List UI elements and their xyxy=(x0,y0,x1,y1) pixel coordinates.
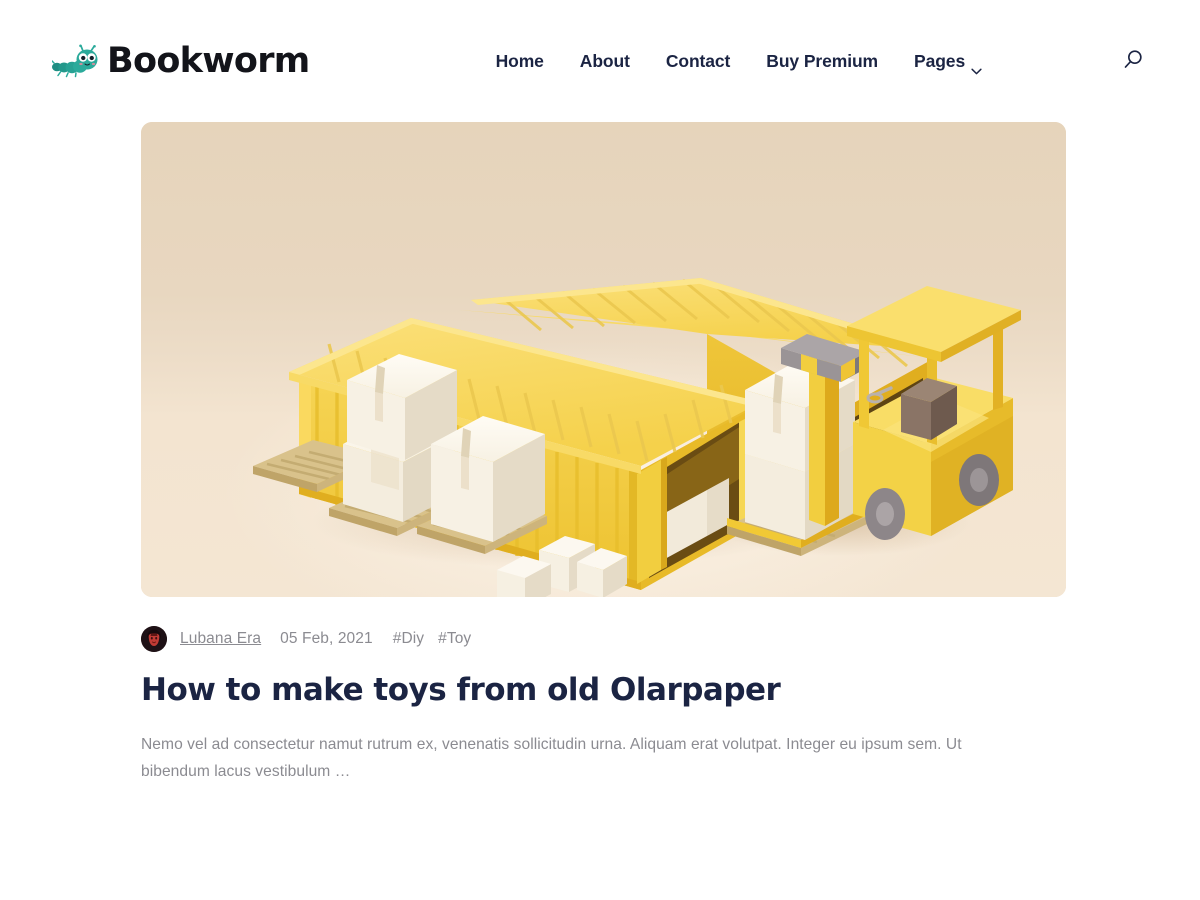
search-icon xyxy=(1123,49,1144,73)
search-button[interactable] xyxy=(1119,45,1148,77)
site-header: Bookworm Home About Contact Buy Premium … xyxy=(0,0,1200,122)
brand-name: Bookworm xyxy=(107,40,310,81)
nav-item-about[interactable]: About xyxy=(580,51,630,72)
illustration-scene xyxy=(141,122,1066,597)
post-author[interactable]: Lubana Era xyxy=(180,630,261,648)
nav-item-contact[interactable]: Contact xyxy=(665,50,731,72)
main-navigation: Home About Contact Buy Premium Pages xyxy=(496,50,983,74)
caterpillar-icon xyxy=(50,44,98,78)
post-list: Lubana Era 05 Feb, 2021 #Diy #Toy How to… xyxy=(0,122,1200,785)
post-card: Lubana Era 05 Feb, 2021 #Diy #Toy How to… xyxy=(141,122,1200,785)
post-date: 05 Feb, 2021 xyxy=(280,630,373,647)
nav-label-about: About xyxy=(579,50,630,71)
post-tag-toy[interactable]: #Toy xyxy=(438,630,471,648)
header-actions xyxy=(1119,45,1148,77)
post-excerpt: Nemo vel ad consectetur namut rutrum ex,… xyxy=(141,736,962,781)
post-meta: Lubana Era 05 Feb, 2021 #Diy #Toy xyxy=(141,626,1200,652)
nav-label-pages: Pages xyxy=(914,50,966,71)
nav-item-home[interactable]: Home xyxy=(496,51,544,72)
post-tags: #Diy #Toy xyxy=(393,630,472,648)
nav-label-contact: Contact xyxy=(665,50,731,71)
isometric-illustration xyxy=(253,278,1021,597)
nav-label-home: Home xyxy=(495,50,544,71)
post-title[interactable]: How to make toys from old Olarpaper xyxy=(141,672,1200,709)
post-featured-image[interactable] xyxy=(141,122,1066,597)
nav-label-buy-premium: Buy Premium xyxy=(766,50,879,71)
post-tag-diy[interactable]: #Diy xyxy=(393,630,424,648)
avatar xyxy=(141,626,167,652)
chevron-down-icon xyxy=(971,59,982,74)
site-logo[interactable]: Bookworm xyxy=(50,40,310,81)
nav-item-pages[interactable]: Pages xyxy=(914,50,982,74)
nav-item-buy-premium[interactable]: Buy Premium xyxy=(766,51,878,72)
